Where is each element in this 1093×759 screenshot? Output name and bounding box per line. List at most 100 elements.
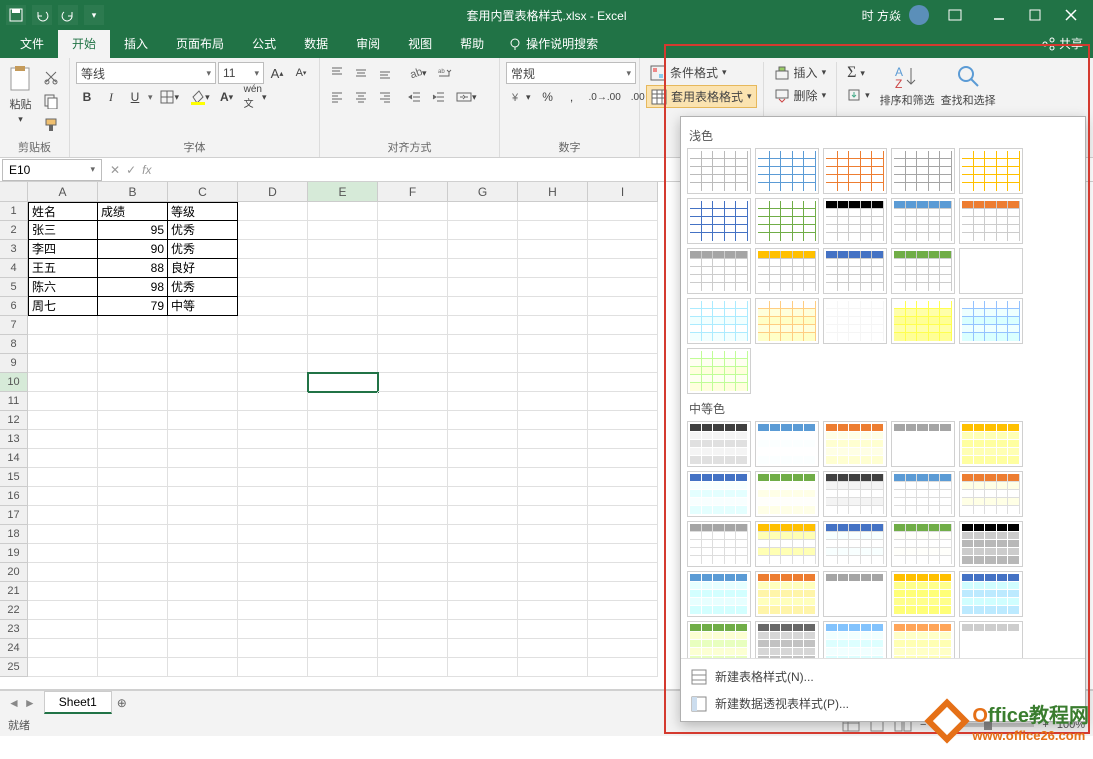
number-format-combo[interactable]: 常规▾	[506, 62, 636, 84]
row-header[interactable]: 12	[0, 411, 28, 430]
cell[interactable]	[308, 411, 378, 430]
table-style-thumb[interactable]	[755, 621, 819, 658]
cell[interactable]	[238, 525, 308, 544]
cell[interactable]	[518, 544, 588, 563]
wrap-text-button[interactable]: ab	[433, 62, 457, 84]
redo-button[interactable]	[58, 5, 78, 25]
table-style-thumb[interactable]	[823, 471, 887, 517]
cell[interactable]	[98, 411, 168, 430]
cell[interactable]	[378, 639, 448, 658]
cell[interactable]	[98, 582, 168, 601]
cell[interactable]	[238, 297, 308, 316]
cell[interactable]	[238, 392, 308, 411]
row-header[interactable]: 8	[0, 335, 28, 354]
cell[interactable]	[448, 525, 518, 544]
column-header[interactable]: G	[448, 182, 518, 202]
cut-button[interactable]	[39, 66, 63, 88]
cell[interactable]	[168, 373, 238, 392]
cell[interactable]	[28, 449, 98, 468]
fill-color-button[interactable]: ▾	[185, 86, 214, 108]
table-style-thumb[interactable]	[687, 421, 751, 467]
cell[interactable]	[238, 601, 308, 620]
cell[interactable]	[28, 487, 98, 506]
phonetic-button[interactable]: wén文▾	[240, 86, 271, 108]
cell[interactable]	[308, 658, 378, 677]
cell[interactable]	[238, 582, 308, 601]
table-style-thumb[interactable]	[687, 521, 751, 567]
cell[interactable]: 95	[98, 221, 168, 240]
cell[interactable]	[378, 582, 448, 601]
tab-file[interactable]: 文件	[6, 29, 58, 58]
cell[interactable]	[28, 316, 98, 335]
sheet-tab[interactable]: Sheet1	[44, 691, 112, 714]
cell[interactable]	[378, 240, 448, 259]
cell[interactable]	[168, 487, 238, 506]
cell[interactable]	[448, 316, 518, 335]
cell[interactable]	[308, 430, 378, 449]
row-header[interactable]: 15	[0, 468, 28, 487]
cell[interactable]	[448, 449, 518, 468]
cell[interactable]	[238, 544, 308, 563]
cell[interactable]	[168, 392, 238, 411]
row-header[interactable]: 16	[0, 487, 28, 506]
font-name-combo[interactable]: 等线▾	[76, 62, 216, 84]
cell[interactable]	[28, 373, 98, 392]
cell[interactable]	[448, 639, 518, 658]
cell[interactable]	[168, 525, 238, 544]
cell[interactable]	[588, 411, 658, 430]
cell[interactable]	[378, 202, 448, 221]
cell[interactable]	[448, 278, 518, 297]
tab-view[interactable]: 视图	[394, 29, 446, 58]
table-style-thumb[interactable]	[755, 571, 819, 617]
table-style-thumb[interactable]	[755, 471, 819, 517]
cell[interactable]	[98, 601, 168, 620]
table-style-thumb[interactable]	[891, 421, 955, 467]
user-avatar[interactable]	[909, 5, 929, 25]
cell[interactable]	[378, 392, 448, 411]
table-style-thumb[interactable]	[687, 298, 751, 344]
cell[interactable]: 成绩	[98, 202, 168, 221]
cell[interactable]: 优秀	[168, 240, 238, 259]
zoom-slider[interactable]	[934, 723, 1034, 727]
sheet-nav-next[interactable]: ►	[24, 696, 36, 710]
table-style-thumb[interactable]	[823, 198, 887, 244]
cell[interactable]	[238, 563, 308, 582]
column-header[interactable]: I	[588, 182, 658, 202]
increase-decimal-button[interactable]: .0→.00	[585, 86, 625, 108]
name-box[interactable]: E10▾	[2, 159, 102, 181]
cell[interactable]: 等级	[168, 202, 238, 221]
row-header[interactable]: 7	[0, 316, 28, 335]
cell[interactable]	[168, 601, 238, 620]
cell[interactable]	[308, 639, 378, 658]
align-center-button[interactable]	[350, 86, 372, 108]
align-top-button[interactable]	[326, 62, 348, 84]
table-style-thumb[interactable]	[823, 248, 887, 294]
cell[interactable]	[588, 525, 658, 544]
cell[interactable]	[308, 468, 378, 487]
cell[interactable]	[378, 259, 448, 278]
cell[interactable]	[588, 354, 658, 373]
cell[interactable]	[308, 563, 378, 582]
cell[interactable]: 姓名	[28, 202, 98, 221]
cell[interactable]	[308, 449, 378, 468]
cell[interactable]	[378, 487, 448, 506]
table-style-thumb[interactable]	[959, 248, 1023, 294]
cell[interactable]	[28, 335, 98, 354]
cell[interactable]	[378, 297, 448, 316]
cell[interactable]	[168, 411, 238, 430]
cell[interactable]	[98, 620, 168, 639]
table-style-thumb[interactable]	[891, 521, 955, 567]
row-header[interactable]: 18	[0, 525, 28, 544]
cell[interactable]: 张三	[28, 221, 98, 240]
cell[interactable]	[378, 601, 448, 620]
cell[interactable]	[448, 582, 518, 601]
table-style-thumb[interactable]	[959, 471, 1023, 517]
qat-customize[interactable]: ▾	[84, 5, 104, 25]
table-style-thumb[interactable]	[891, 471, 955, 517]
cell[interactable]: 79	[98, 297, 168, 316]
cell[interactable]	[238, 259, 308, 278]
cell[interactable]	[28, 620, 98, 639]
row-header[interactable]: 3	[0, 240, 28, 259]
cell[interactable]	[518, 354, 588, 373]
cell[interactable]	[588, 335, 658, 354]
